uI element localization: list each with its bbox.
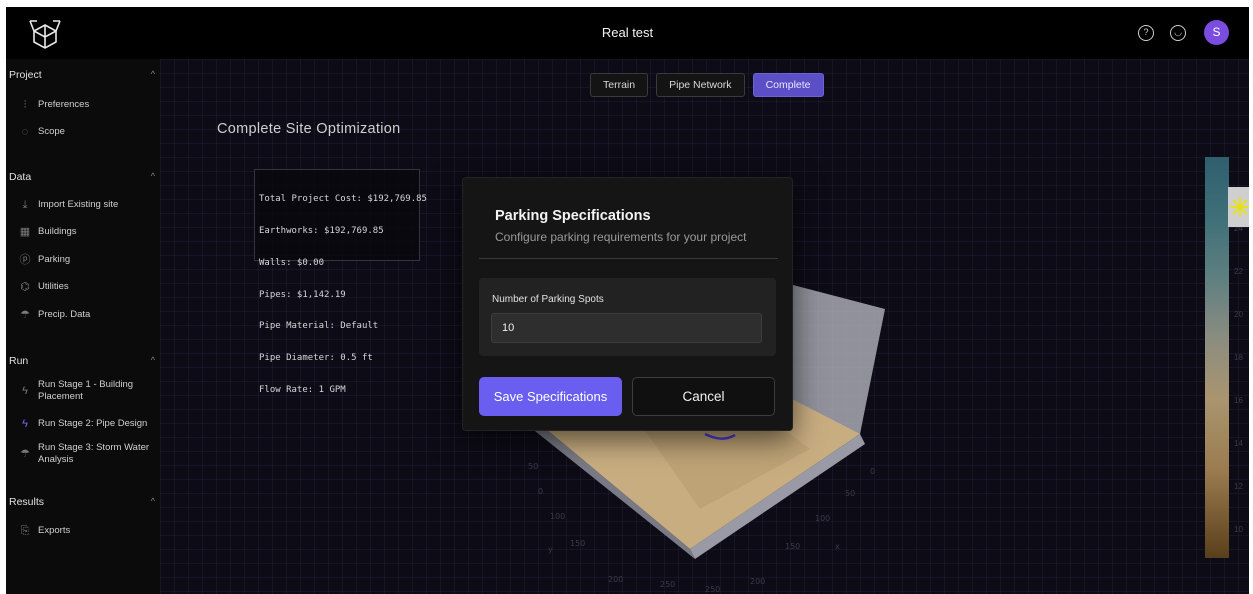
colorbar-tick: 12 bbox=[1234, 482, 1243, 491]
summary-line: Total Project Cost: $192,769.85 bbox=[259, 194, 427, 205]
page-title: Complete Site Optimization bbox=[217, 121, 401, 137]
help-icon[interactable]: ? bbox=[1138, 25, 1154, 41]
sun-icon bbox=[1230, 197, 1249, 217]
export-icon: ⎘ bbox=[20, 525, 30, 537]
sidebar-section-project[interactable]: Project ^ bbox=[9, 69, 155, 83]
utilities-icon: ⌬ bbox=[20, 281, 30, 293]
colorbar-tick: 20 bbox=[1234, 310, 1243, 319]
axis-tick-x: 0 bbox=[870, 467, 875, 476]
building-icon: ▦ bbox=[19, 226, 31, 238]
chevron-up-icon[interactable]: ^ bbox=[151, 171, 155, 181]
parking-spots-input[interactable] bbox=[491, 313, 762, 343]
dialog-title: Parking Specifications bbox=[495, 208, 651, 224]
summary-line: Pipe Material: Default bbox=[259, 321, 379, 332]
app-title: Real test bbox=[601, 25, 654, 40]
view-tabs: Terrain Pipe Network Complete bbox=[590, 73, 824, 97]
axis-tick-x: 150 bbox=[785, 542, 800, 551]
avatar[interactable]: S bbox=[1204, 20, 1229, 45]
sidebar-item-run-stage-2[interactable]: ϟ Run Stage 2: Pipe Design bbox=[18, 418, 158, 430]
colorbar-tick: 16 bbox=[1234, 396, 1243, 405]
parking-specifications-dialog: Parking Specifications Configure parking… bbox=[462, 177, 793, 431]
tab-terrain[interactable]: Terrain bbox=[590, 73, 649, 97]
top-header: Real test ? ◡ S bbox=[6, 7, 1249, 59]
bell-icon[interactable]: ◡ bbox=[1170, 25, 1186, 41]
sidebar-item-precip-data[interactable]: ☂ Precip. Data bbox=[18, 309, 158, 321]
sidebar-section-data[interactable]: Data ^ bbox=[9, 171, 155, 185]
elevation-colorbar bbox=[1205, 157, 1229, 558]
umbrella-icon: ☂ bbox=[20, 309, 30, 321]
chevron-up-icon[interactable]: ^ bbox=[151, 355, 155, 365]
sidebar-item-preferences[interactable]: ⫶ Preferences bbox=[18, 99, 158, 111]
axis-tick-y: 100 bbox=[550, 512, 565, 521]
axis-tick-y: 250 bbox=[660, 580, 675, 589]
axis-tick-x: 200 bbox=[750, 577, 765, 586]
chevron-up-icon[interactable]: ^ bbox=[151, 496, 155, 506]
summary-line: Pipes: $1,142.19 bbox=[259, 289, 346, 300]
sliders-icon: ⫶ bbox=[23, 99, 27, 111]
dialog-subtitle: Configure parking requirements for your … bbox=[495, 230, 747, 244]
axis-label-y: y bbox=[548, 545, 553, 554]
sidebar-item-scope[interactable]: ◌ Scope bbox=[18, 126, 158, 138]
axis-tick-x: 50 bbox=[845, 489, 855, 498]
sidebar-item-exports[interactable]: ⎘ Exports bbox=[18, 525, 158, 537]
summary-line: Flow Rate: 1 GPM bbox=[259, 384, 346, 395]
summary-line: Pipe Diameter: 0.5 ft bbox=[259, 353, 373, 364]
axis-tick-y: 0 bbox=[538, 487, 543, 496]
summary-line: Earthworks: $192,769.85 bbox=[259, 225, 384, 236]
parking-spots-label: Number of Parking Spots bbox=[492, 294, 604, 305]
lighting-toggle-button[interactable] bbox=[1228, 187, 1249, 227]
tab-pipe-network[interactable]: Pipe Network bbox=[656, 73, 745, 97]
sidebar-item-buildings[interactable]: ▦ Buildings bbox=[18, 226, 158, 238]
parking-spots-field-card: Number of Parking Spots bbox=[479, 278, 776, 356]
axis-label-x: x bbox=[835, 542, 840, 551]
axis-tick-y: 50 bbox=[528, 462, 538, 471]
cost-summary-box: Total Project Cost: $192,769.85 Earthwor… bbox=[254, 169, 427, 395]
colorbar-tick: 14 bbox=[1234, 439, 1243, 448]
cancel-button[interactable]: Cancel bbox=[632, 377, 775, 416]
sidebar-item-parking[interactable]: ⓟ Parking bbox=[18, 254, 158, 266]
colorbar-tick: 18 bbox=[1234, 353, 1243, 362]
sidebar-item-import-existing-site[interactable]: ⤓ Import Existing site bbox=[18, 199, 158, 211]
sidebar-section-results[interactable]: Results ^ bbox=[9, 496, 155, 510]
divider bbox=[479, 258, 778, 259]
umbrella-icon: ☂ bbox=[20, 448, 30, 460]
tab-complete[interactable]: Complete bbox=[752, 73, 824, 97]
zap-icon: ϟ bbox=[22, 385, 28, 397]
crosshair-icon: ◌ bbox=[21, 126, 29, 138]
zap-icon: ϟ bbox=[22, 418, 28, 430]
sidebar-section-run[interactable]: Run ^ bbox=[9, 355, 155, 369]
sidebar-item-utilities[interactable]: ⌬ Utilities bbox=[18, 281, 158, 293]
summary-line: Walls: $0.00 bbox=[259, 257, 325, 268]
sidebar-item-run-stage-3[interactable]: ☂ Run Stage 3: Storm Water Analysis bbox=[18, 442, 158, 466]
parking-icon: ⓟ bbox=[19, 254, 31, 266]
colorbar-tick: 10 bbox=[1234, 525, 1243, 534]
axis-tick-y: 200 bbox=[608, 575, 623, 584]
sidebar-item-run-stage-1[interactable]: ϟ Run Stage 1 - Building Placement bbox=[18, 379, 158, 403]
colorbar-tick: 22 bbox=[1234, 267, 1243, 276]
app-window: Real test ? ◡ S Project ^ ⫶ Preferences ◌… bbox=[6, 7, 1249, 594]
sidebar: Project ^ ⫶ Preferences ◌ Scope Data ^ ⤓ I… bbox=[6, 59, 160, 594]
axis-tick-y: 150 bbox=[570, 539, 585, 548]
save-specifications-button[interactable]: Save Specifications bbox=[479, 377, 622, 416]
axis-tick-x: 250 bbox=[705, 585, 720, 594]
axis-tick-x: 100 bbox=[815, 514, 830, 523]
download-icon: ⤓ bbox=[22, 199, 28, 211]
chevron-up-icon[interactable]: ^ bbox=[151, 69, 155, 79]
